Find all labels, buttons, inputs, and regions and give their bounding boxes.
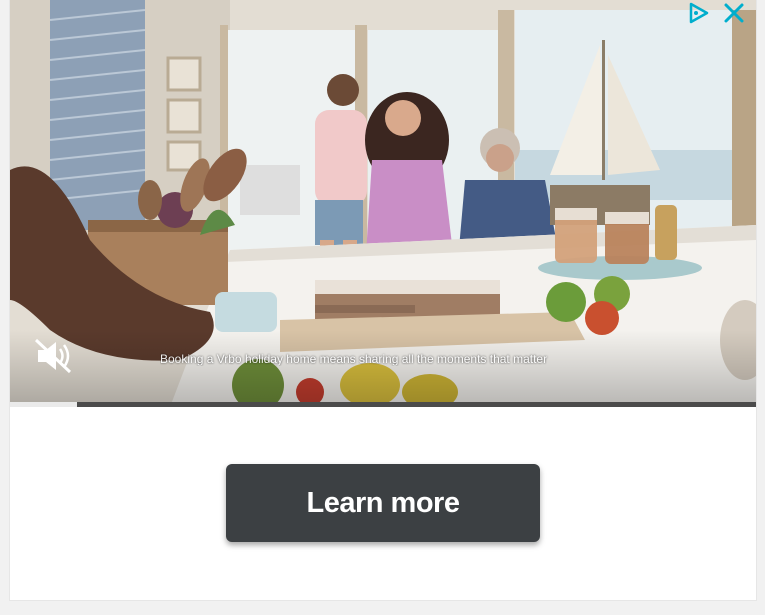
learn-more-button[interactable]: Learn more <box>226 464 540 542</box>
adchoices-button[interactable] <box>684 0 712 26</box>
ad-video[interactable]: Booking a Vrbo holiday home means sharin… <box>10 0 756 407</box>
mute-toggle-button[interactable] <box>32 336 76 376</box>
video-ad-unit: Booking a Vrbo holiday home means sharin… <box>10 0 756 600</box>
ad-controls <box>676 0 748 26</box>
video-caption: Booking a Vrbo holiday home means sharin… <box>160 352 548 366</box>
video-progress-fill <box>10 402 78 407</box>
video-progress-bar[interactable] <box>10 402 756 407</box>
close-ad-button[interactable] <box>720 0 748 26</box>
close-icon <box>724 3 744 23</box>
video-frame <box>10 0 756 407</box>
speaker-muted-icon <box>34 338 72 374</box>
adchoices-icon <box>689 2 709 24</box>
